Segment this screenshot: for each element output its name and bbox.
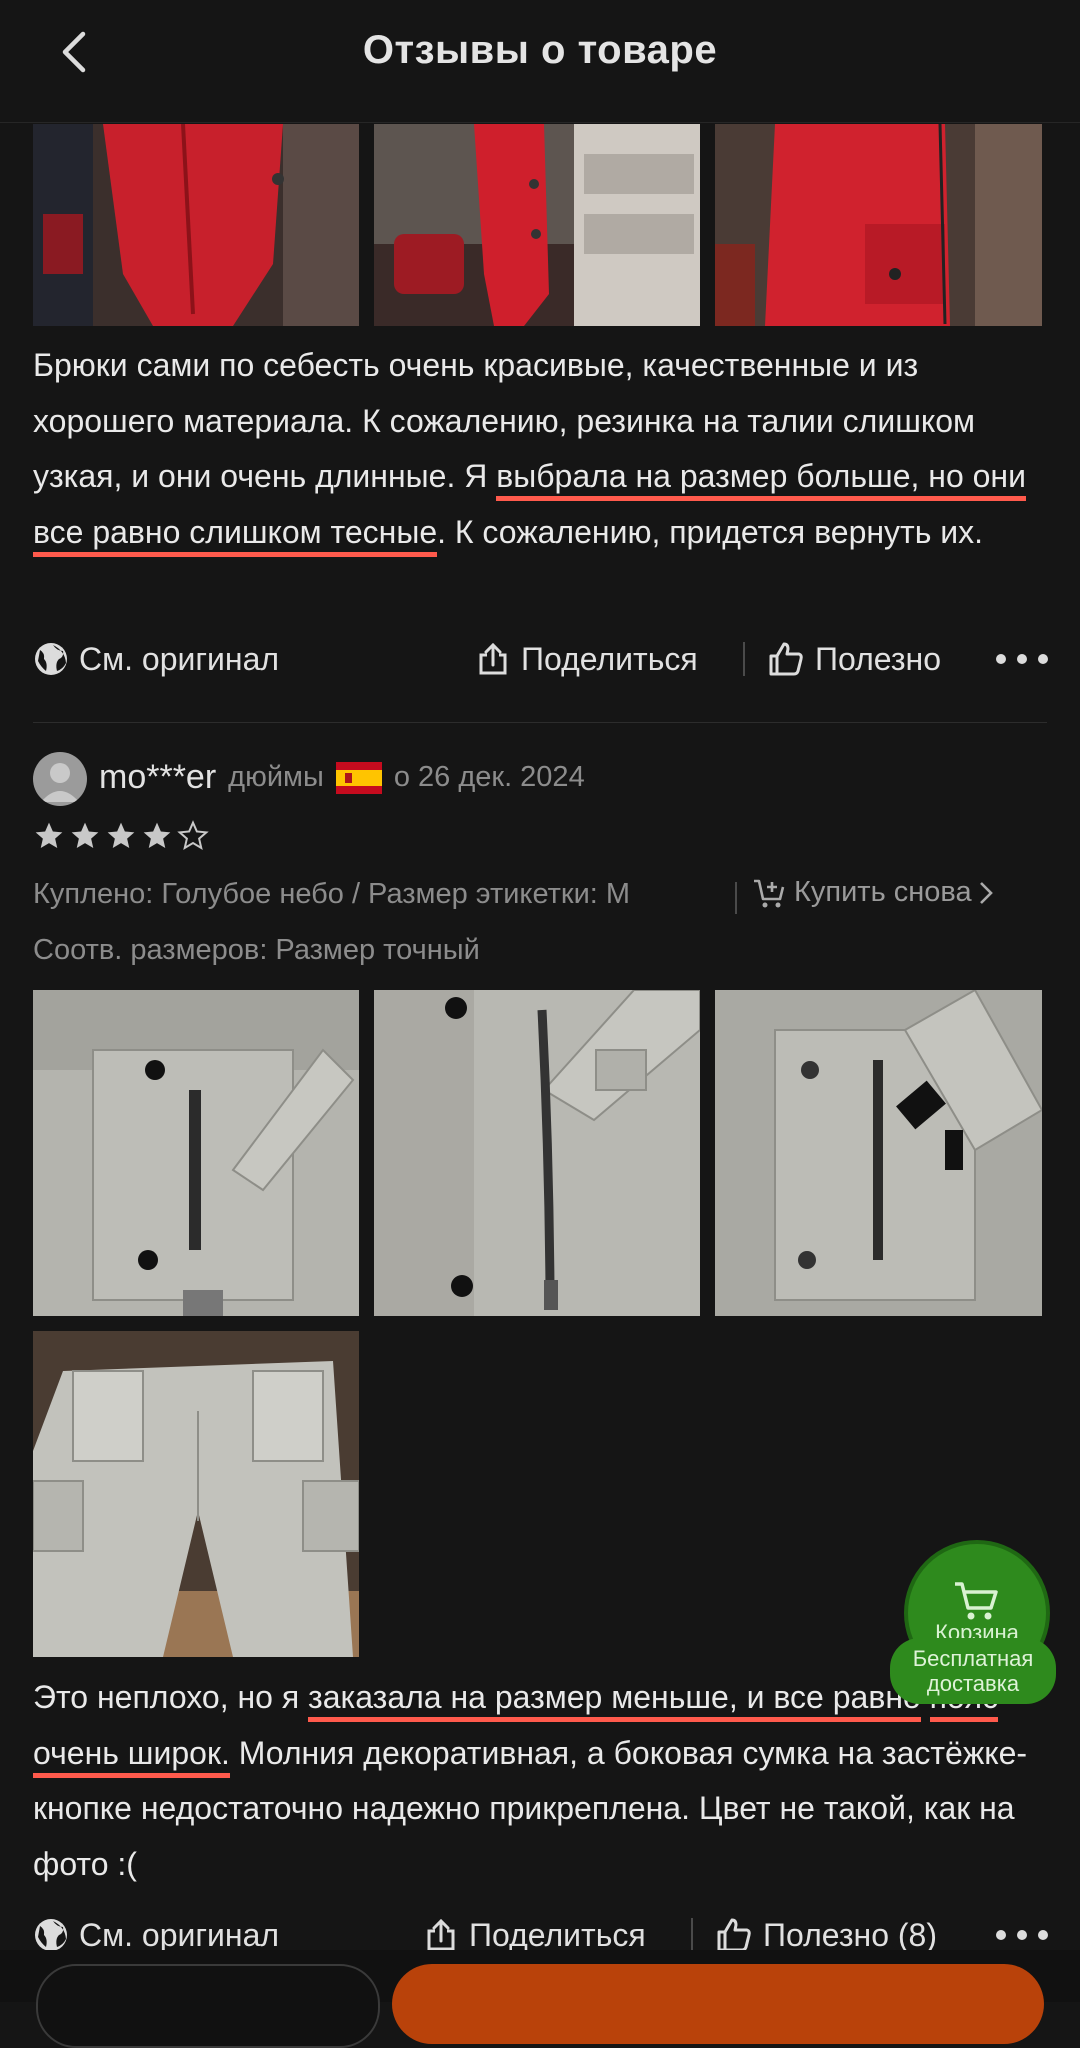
review-text-part: Это неплохо, но я (33, 1679, 309, 1715)
more-icon (996, 654, 1048, 664)
more-icon (996, 1930, 1048, 1940)
review-text-highlight: заказала на размер меньше, и все равно (308, 1679, 921, 1722)
chevron-right-icon (979, 881, 993, 904)
bottom-primary-button[interactable] (392, 1964, 1044, 2044)
buy-again-label: Купить снова (794, 876, 972, 908)
share-label: Поделиться (469, 1916, 646, 1953)
star-rating (33, 820, 209, 852)
page-title: Отзывы о товаре (362, 28, 718, 72)
star-filled-icon (35, 822, 63, 848)
free-delivery-badge: Бесплатная доставка (890, 1638, 1056, 1704)
reviewer-info: mo***er дюймы о 26 дек. 2024 (99, 758, 585, 797)
size-fit-info: Соотв. размеров: Размер точный (33, 934, 480, 966)
avatar (33, 752, 87, 806)
separator (743, 642, 745, 676)
bottom-secondary-button[interactable] (36, 1964, 380, 2048)
separator (735, 882, 737, 914)
share-icon (427, 1918, 455, 1951)
review-photo[interactable] (715, 990, 1042, 1316)
spain-flag-icon (335, 761, 382, 794)
reviewer-name: mo***er (99, 758, 217, 796)
buy-again-button[interactable]: Купить снова (752, 876, 994, 909)
share-icon (479, 642, 507, 675)
thumbs-up-icon (769, 642, 803, 676)
review-text-part: . К сожалению, придется вернуть их. (437, 513, 984, 550)
review-date: о 26 дек. 2024 (393, 761, 585, 793)
review-actions: См. оригинал Поделиться Полезно (33, 634, 1053, 684)
review-text: Это неплохо, но я заказала на размер мен… (33, 1670, 1053, 1892)
star-filled-icon (71, 822, 99, 848)
purchase-info: Куплено: Голубое небо / Размер этикетки:… (33, 878, 630, 911)
see-original-button[interactable]: См. оригинал (33, 634, 279, 684)
star-filled-icon (143, 822, 171, 848)
review-photo[interactable] (715, 124, 1042, 326)
review-photo[interactable] (33, 990, 359, 1316)
thumbs-up-icon (717, 1918, 751, 1952)
star-filled-icon (107, 822, 135, 848)
review-photo[interactable] (33, 1331, 359, 1657)
helpful-button[interactable]: Полезно (767, 634, 941, 684)
see-original-label: См. оригинал (79, 640, 280, 677)
cart-plus-icon (754, 879, 785, 907)
separator (691, 1918, 693, 1952)
see-original-label: См. оригинал (79, 1916, 280, 1953)
review-photo[interactable] (374, 990, 700, 1316)
top-bar: Отзывы о товаре (0, 0, 1080, 123)
purchased-variant: Куплено: Голубое небо / Размер этикетки:… (33, 878, 631, 910)
share-label: Поделиться (521, 640, 698, 677)
review-photo[interactable] (374, 124, 700, 326)
helpful-label: Полезно (8) (763, 1916, 937, 1953)
review-divider (33, 722, 1047, 723)
more-options-button[interactable] (995, 634, 1049, 684)
review-photo[interactable] (33, 124, 359, 326)
globe-icon (35, 643, 67, 675)
globe-icon (35, 1919, 67, 1951)
star-empty-icon (177, 820, 209, 851)
units-label: дюймы (228, 761, 324, 793)
helpful-label: Полезно (815, 640, 941, 677)
share-button[interactable]: Поделиться (475, 634, 698, 684)
review-text: Брюки сами по себесть очень красивые, ка… (33, 338, 1053, 560)
cart-icon (955, 1582, 998, 1620)
